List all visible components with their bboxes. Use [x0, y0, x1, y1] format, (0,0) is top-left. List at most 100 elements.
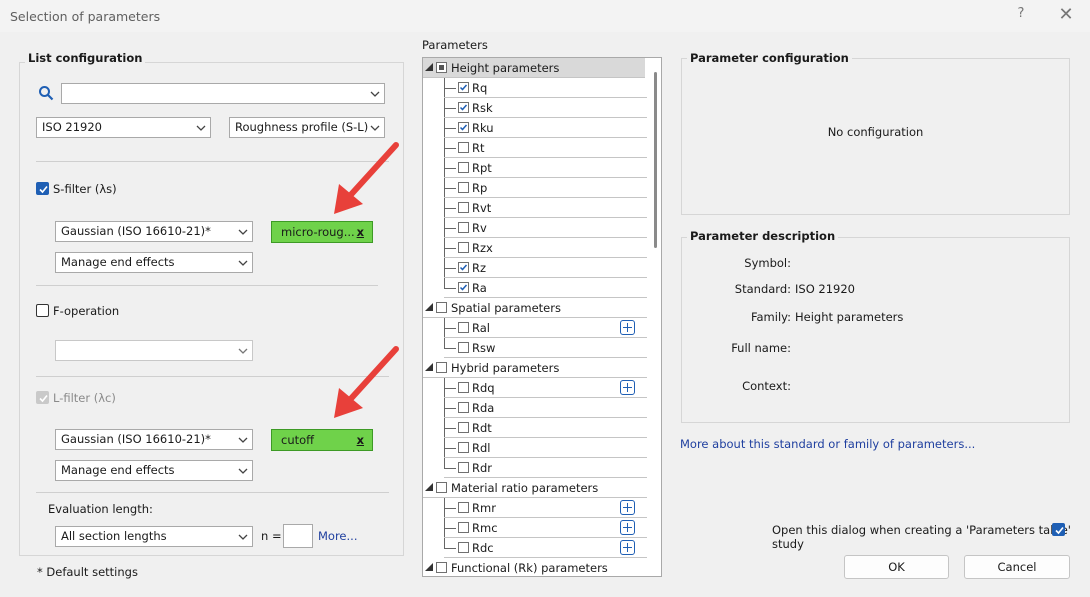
tree-item-checkbox[interactable] — [458, 182, 469, 193]
tree-item-row[interactable]: Rv — [423, 218, 647, 238]
l-filter-end-effects-select[interactable]: Manage end effects — [55, 460, 253, 481]
tree-group-checkbox[interactable] — [436, 62, 447, 73]
tree-item-label: Rdl — [472, 441, 491, 455]
tree-item-checkbox[interactable] — [458, 402, 469, 413]
add-configuration-icon[interactable] — [620, 500, 635, 515]
tree-group-row[interactable]: Material ratio parameters — [423, 478, 647, 498]
more-about-standard-link[interactable]: More about this standard or family of pa… — [680, 437, 975, 451]
tree-item-row[interactable]: Rda — [423, 398, 647, 418]
standard-select[interactable]: ISO 21920 — [36, 117, 211, 138]
tree-item-row[interactable]: Rdl — [423, 438, 647, 458]
tree-guide — [444, 288, 456, 289]
s-filter-end-effects-select[interactable]: Manage end effects — [55, 252, 253, 273]
tree-item-checkbox[interactable] — [458, 522, 469, 533]
chevron-down-icon — [238, 258, 248, 268]
tree-item-row[interactable]: Rdc — [423, 538, 647, 558]
tree-group-checkbox[interactable] — [436, 482, 447, 493]
tree-item-row[interactable]: Rpt — [423, 158, 647, 178]
cutoff-button[interactable]: cutoff x — [271, 429, 373, 451]
tree-item-checkbox[interactable] — [458, 142, 469, 153]
tree-item-checkbox[interactable] — [458, 262, 469, 273]
tree-item-row[interactable]: Rsk — [423, 98, 647, 118]
tree-item-row[interactable]: Rku — [423, 118, 647, 138]
tree-group-row[interactable]: Functional (Rk) parameters — [423, 558, 647, 576]
add-configuration-icon[interactable] — [620, 320, 635, 335]
tree-item-checkbox[interactable] — [458, 342, 469, 353]
tree-item-row[interactable]: Rdr — [423, 458, 647, 478]
evaluation-length-select[interactable]: All section lengths — [55, 526, 253, 547]
tree-item-checkbox[interactable] — [458, 222, 469, 233]
tree-item-row[interactable]: Rzx — [423, 238, 647, 258]
tree-item-checkbox[interactable] — [458, 102, 469, 113]
tree-item-checkbox[interactable] — [458, 542, 469, 553]
tree-item-row[interactable]: Ra — [423, 278, 647, 298]
expand-triangle-icon[interactable] — [425, 63, 433, 71]
open-dialog-checkbox[interactable] — [1052, 523, 1065, 536]
tree-item-row[interactable]: Rdq — [423, 378, 647, 398]
tree-item-label: Rsw — [472, 341, 496, 355]
expand-triangle-icon[interactable] — [425, 483, 433, 491]
tree-item-checkbox[interactable] — [458, 202, 469, 213]
tree-guide — [444, 348, 456, 349]
add-configuration-icon[interactable] — [620, 520, 635, 535]
tree-group-row[interactable]: Spatial parameters — [423, 298, 647, 318]
tree-item-row[interactable]: Rz — [423, 258, 647, 278]
tree-item-checkbox[interactable] — [458, 442, 469, 453]
tree-item-row[interactable]: Rdt — [423, 418, 647, 438]
tree-item-row[interactable]: Rmr — [423, 498, 647, 518]
tree-group-checkbox[interactable] — [436, 562, 447, 573]
tree-scrollbar[interactable] — [649, 58, 661, 576]
tree-item-checkbox[interactable] — [458, 322, 469, 333]
close-button[interactable]: ✕ — [1052, 4, 1080, 26]
expand-triangle-icon[interactable] — [425, 363, 433, 371]
tree-item-checkbox[interactable] — [458, 422, 469, 433]
window-title: Selection of parameters — [10, 9, 161, 24]
annotation-arrow-icon — [334, 142, 399, 214]
f-operation-checkbox[interactable] — [36, 304, 49, 317]
more-link[interactable]: More... — [318, 529, 357, 543]
tree-item-label: Rda — [472, 401, 495, 415]
parameters-tree[interactable]: Height parameters Rq Rsk Rku Rt Rpt Rp Rvt Rv Rzx… — [422, 57, 662, 577]
n-input[interactable] — [283, 524, 313, 548]
tree-item-checkbox[interactable] — [458, 462, 469, 473]
tree-item-label: Rq — [472, 81, 488, 95]
help-button[interactable]: ? — [1008, 6, 1034, 26]
s-filter-checkbox[interactable] — [36, 182, 49, 195]
remove-cutoff-icon[interactable]: x — [357, 433, 364, 447]
l-filter-checkbox[interactable] — [36, 391, 49, 404]
tree-item-checkbox[interactable] — [458, 502, 469, 513]
micro-roughness-button[interactable]: micro-roug... x — [271, 221, 373, 243]
tree-item-checkbox[interactable] — [458, 382, 469, 393]
tree-group-checkbox[interactable] — [436, 302, 447, 313]
tree-item-checkbox[interactable] — [458, 282, 469, 293]
tree-group-row[interactable]: Hybrid parameters — [423, 358, 647, 378]
tree-item-checkbox[interactable] — [458, 242, 469, 253]
f-operation-select[interactable] — [55, 340, 253, 361]
micro-roughness-label: micro-roug... — [281, 225, 355, 239]
tree-scrollbar-thumb[interactable] — [654, 72, 657, 248]
tree-group-checkbox[interactable] — [436, 362, 447, 373]
remove-micro-roughness-icon[interactable]: x — [357, 225, 364, 239]
profile-select[interactable]: Roughness profile (S-L) — [229, 117, 385, 138]
tree-item-row[interactable]: Ral — [423, 318, 647, 338]
tree-item-row[interactable]: Rt — [423, 138, 647, 158]
tree-item-row[interactable]: Rvt — [423, 198, 647, 218]
tree-item-checkbox[interactable] — [458, 82, 469, 93]
search-combo[interactable] — [61, 83, 385, 104]
ok-button[interactable]: OK — [844, 555, 949, 579]
tree-item-row[interactable]: Rmc — [423, 518, 647, 538]
tree-item-row[interactable]: Rq — [423, 78, 647, 98]
expand-triangle-icon[interactable] — [425, 563, 433, 571]
cancel-button[interactable]: Cancel — [964, 555, 1070, 579]
tree-item-checkbox[interactable] — [458, 162, 469, 173]
tree-item-row[interactable]: Rsw — [423, 338, 647, 358]
l-filter-type-select[interactable]: Gaussian (ISO 16610-21)* — [55, 429, 253, 450]
tree-item-row[interactable]: Rp — [423, 178, 647, 198]
add-configuration-icon[interactable] — [620, 380, 635, 395]
s-filter-type-select[interactable]: Gaussian (ISO 16610-21)* — [55, 221, 253, 242]
tree-item-checkbox[interactable] — [458, 122, 469, 133]
add-configuration-icon[interactable] — [620, 540, 635, 555]
expand-triangle-icon[interactable] — [425, 303, 433, 311]
full-name-label: Full name: — [731, 341, 791, 355]
tree-group-row[interactable]: Height parameters — [423, 58, 645, 78]
